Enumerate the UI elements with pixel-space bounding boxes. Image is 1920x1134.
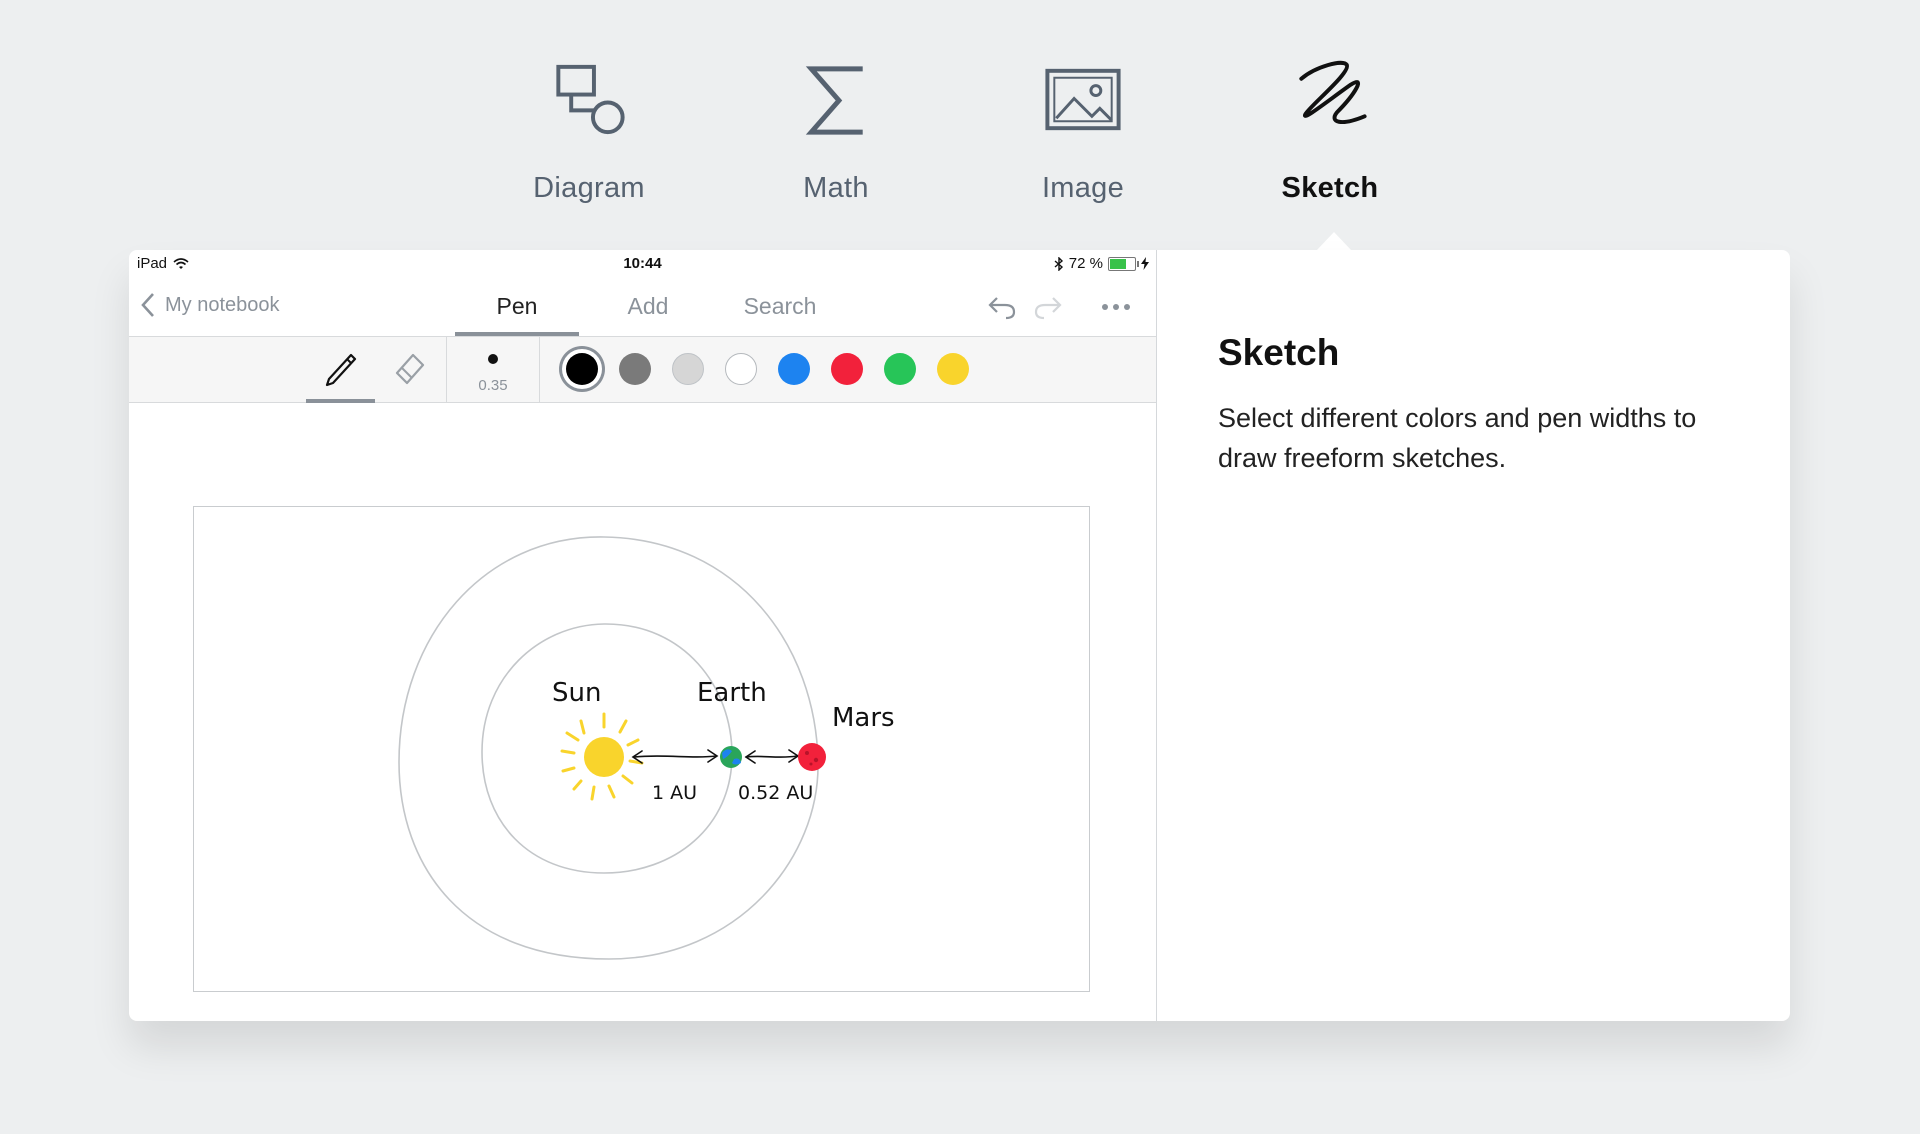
status-bar: iPad 10:44 72 % [129,250,1156,278]
chevron-left-icon [141,293,154,317]
tab-add[interactable]: Add [595,278,701,336]
battery-icon [1108,256,1139,271]
sigma-icon [805,66,863,135]
status-time: 10:44 [623,255,662,272]
sketch-drawing: Sun Earth Mars 1 AU 0.52 AU [398,536,895,960]
image-icon [1045,68,1121,131]
feature-tab-image[interactable]: Image [983,55,1183,205]
earth-mars-distance-label: 0.52 AU [738,782,813,804]
redo-icon[interactable] [1033,294,1063,320]
back-label: My notebook [165,293,280,316]
description-text: Select different colors and pen widths t… [1218,403,1697,473]
color-swatch-blue[interactable] [778,353,810,385]
color-swatch-yellow[interactable] [937,353,969,385]
color-swatch-green[interactable] [884,353,916,385]
color-swatch-black[interactable] [566,353,598,385]
color-swatch-light-gray[interactable] [672,353,704,385]
feature-card: iPad 10:44 72 % My notebook Pen Add Sear… [129,250,1790,1021]
color-swatch-white[interactable] [725,353,757,385]
nav-bar: My notebook Pen Add Search [129,278,1156,337]
feature-label: Math [803,172,869,204]
sketch-icon [1299,60,1367,124]
undo-icon[interactable] [987,294,1017,320]
feature-tab-diagram[interactable]: Diagram [489,55,689,205]
distance-arrows [631,749,800,764]
status-right: 72 % [1054,255,1149,272]
more-icon[interactable] [1101,303,1131,311]
earth-label: Earth [697,678,767,708]
mars-label: Mars [832,703,895,733]
color-swatch-gray[interactable] [619,353,651,385]
charging-icon [1141,257,1149,270]
mars [798,743,826,771]
ipad-screen: iPad 10:44 72 % My notebook Pen Add Sear… [129,250,1157,1021]
pencil-icon[interactable] [321,347,359,387]
tab-pen[interactable]: Pen [455,278,579,336]
active-tool-indicator [306,399,375,403]
pen-width-dot [488,354,498,364]
color-swatch-red[interactable] [831,353,863,385]
battery-level [1110,258,1126,269]
sketch-canvas[interactable]: Sun Earth Mars 1 AU 0.52 AU [193,506,1090,992]
back-button[interactable]: My notebook [141,292,280,318]
sun [584,737,624,777]
eraser-icon[interactable] [391,347,429,387]
pen-width-selector[interactable]: 0.35 [446,337,540,402]
feature-label: Diagram [533,172,645,204]
active-tab-pointer [1316,232,1352,251]
battery-percent: 72 % [1068,255,1103,272]
pen-width-value: 0.35 [478,377,508,394]
feature-tab-math[interactable]: Math [736,55,936,205]
feature-label: Image [1041,172,1125,204]
pen-toolbar: 0.35 [129,337,1156,403]
description-title: Sketch [1218,332,1340,373]
feature-label: Sketch [1281,172,1379,204]
bluetooth-icon [1054,256,1063,271]
tab-search[interactable]: Search [717,278,843,336]
sun-earth-distance-label: 1 AU [652,782,697,804]
sun-label: Sun [552,678,601,708]
diagram-icon [556,64,625,135]
feature-tab-sketch[interactable]: Sketch [1230,55,1430,205]
